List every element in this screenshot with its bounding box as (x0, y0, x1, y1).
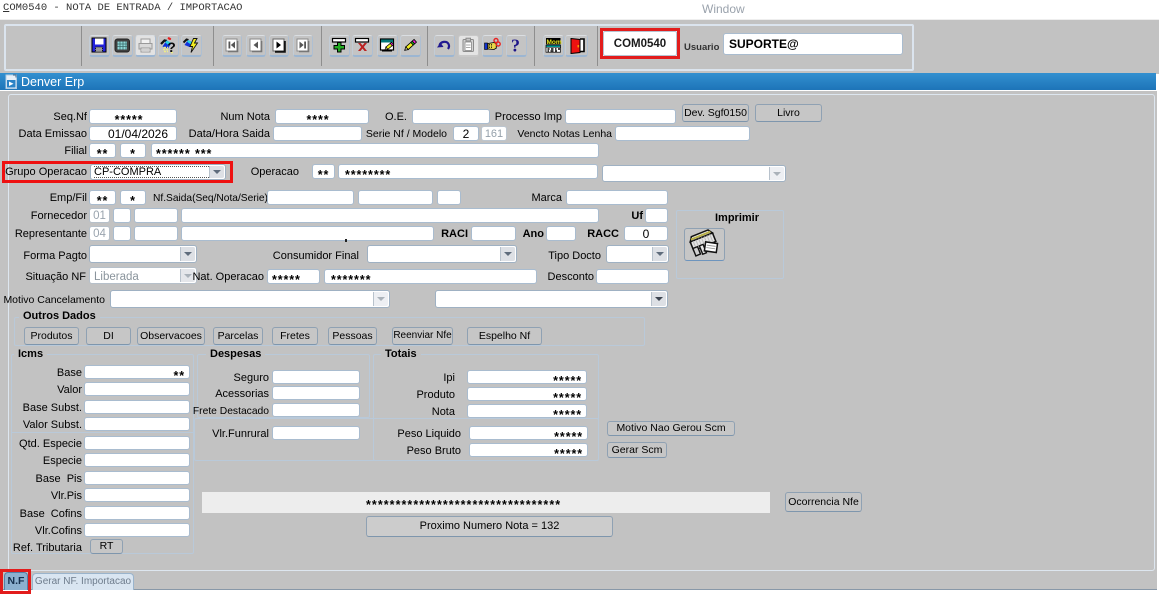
svg-text:Mom: Mom (547, 39, 562, 46)
svg-text:?: ? (511, 37, 520, 54)
svg-text:?: ? (167, 39, 176, 54)
